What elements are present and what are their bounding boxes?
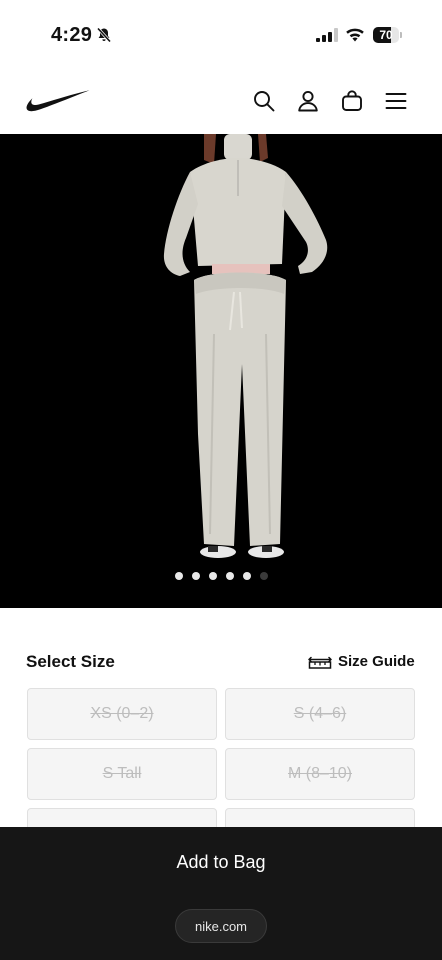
select-size-heading: Select Size: [26, 652, 115, 671]
battery-icon: 70: [373, 27, 403, 43]
carousel-dot[interactable]: [225, 572, 234, 580]
size-option[interactable]: XS (0–2): [27, 688, 217, 740]
bottom-action-bar: Add to Bag nike.com: [0, 827, 442, 960]
site-header: [0, 70, 442, 134]
size-option[interactable]: S (4–6): [225, 688, 415, 740]
battery-level: 70: [379, 28, 393, 42]
bell-off-icon: [96, 27, 112, 43]
product-page: 4:29 70 Select Size Size Guide XS (0–2) …: [0, 0, 442, 960]
account-icon[interactable]: [296, 89, 320, 113]
add-to-bag-button[interactable]: Add to Bag: [0, 827, 442, 897]
signal-icon: [316, 28, 338, 42]
carousel-dots: [0, 572, 442, 582]
carousel-dot[interactable]: [174, 572, 183, 580]
menu-icon[interactable]: [384, 89, 408, 113]
status-bar: 4:29 70: [0, 0, 442, 70]
size-option[interactable]: M (8–10): [225, 748, 415, 800]
size-guide-button[interactable]: Size Guide: [308, 650, 415, 672]
ruler-icon: [308, 656, 332, 669]
search-icon[interactable]: [252, 89, 276, 113]
product-photo-model: [163, 134, 328, 558]
size-guide-label: Size Guide: [338, 652, 415, 670]
product-image-gallery[interactable]: [0, 134, 442, 608]
nike-swoosh-logo[interactable]: [26, 89, 90, 113]
size-option[interactable]: S Tall: [27, 748, 217, 800]
status-time: 4:29: [51, 24, 93, 46]
wifi-icon: [346, 28, 364, 42]
carousel-dot[interactable]: [191, 572, 200, 580]
browser-url-pill[interactable]: nike.com: [175, 909, 267, 943]
carousel-dot[interactable]: [259, 572, 268, 580]
carousel-dot[interactable]: [242, 572, 251, 580]
carousel-dot[interactable]: [208, 572, 217, 580]
bag-icon[interactable]: [340, 89, 364, 113]
